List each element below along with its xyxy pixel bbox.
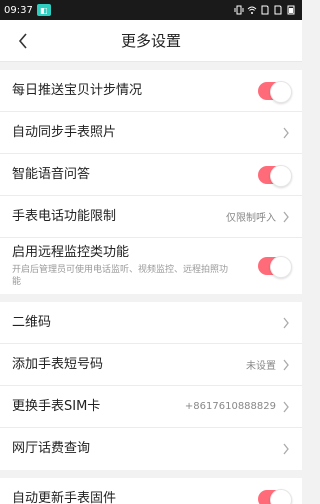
- toggle-switch[interactable]: [258, 80, 292, 103]
- settings-row-label: 自动更新手表固件: [12, 491, 117, 504]
- settings-row[interactable]: 更换手表SIM卡 +8617610888829: [0, 386, 302, 428]
- settings-row[interactable]: 智能语音问答: [0, 154, 302, 196]
- settings-row-value: 未设置: [246, 361, 276, 372]
- settings-row-label: 启用远程监控类功能: [12, 245, 130, 260]
- settings-row-label: 二维码: [12, 314, 52, 330]
- settings-row-label: 自动同步手表照片: [12, 124, 117, 140]
- settings-row[interactable]: 二维码: [0, 302, 302, 344]
- settings-row-label: 网厅话费查询: [12, 441, 91, 456]
- settings-row-label: 手表电话功能限制: [12, 208, 117, 224]
- sim-icon: [261, 5, 269, 15]
- chevron-right-icon: [283, 443, 289, 455]
- sim2-icon: [274, 5, 282, 15]
- settings-row[interactable]: 手表电话功能限制 仅限制呼入: [0, 196, 302, 238]
- wifi-icon: [247, 6, 257, 14]
- settings-row[interactable]: 每日推送宝贝计步情况: [0, 70, 302, 112]
- status-bar: 09:37 ◧: [0, 0, 302, 20]
- status-time: 09:37: [4, 4, 33, 16]
- nav-bar: 更多设置: [0, 20, 302, 62]
- settings-row[interactable]: 添加手表短号码 未设置: [0, 344, 302, 386]
- back-button[interactable]: [12, 30, 34, 52]
- settings-row-value: +8617610888829: [184, 401, 276, 412]
- toggle-switch[interactable]: [258, 489, 292, 504]
- back-arrow-icon: [18, 33, 27, 49]
- chevron-right-icon: [283, 359, 289, 370]
- app-notification-icon: ◧: [36, 4, 51, 16]
- toggle-switch[interactable]: [258, 256, 292, 278]
- chevron-right-icon: [283, 317, 289, 328]
- settings-group: 二维码添加手表短号码 未设置更换手表SIM卡 +8617610888829 网厅话费查…: [0, 302, 302, 470]
- settings-row[interactable]: 自动更新手表固件: [0, 478, 302, 504]
- vibrate-icon: [234, 5, 244, 15]
- settings-row[interactable]: 自动同步手表照片: [0, 112, 302, 154]
- settings-list: 每日推送宝贝计步情况 自动同步手表照片 智能语音问答手表电话功能限制 仅限制呼入启用远…: [0, 70, 302, 504]
- settings-row-label: 更换手表SIM卡: [12, 398, 101, 414]
- chevron-right-icon: [283, 211, 289, 222]
- settings-row-label: 智能语音问答: [12, 166, 91, 182]
- settings-group: 每日推送宝贝计步情况 自动同步手表照片 智能语音问答手表电话功能限制 仅限制呼入启用远…: [0, 70, 302, 294]
- settings-row-description: 开启后管理员可使用电话监听、视频监控、远程拍照功能: [12, 265, 229, 287]
- settings-row-label: 每日推送宝贝计步情况: [12, 82, 143, 98]
- settings-row[interactable]: 网厅话费查询: [0, 428, 302, 470]
- settings-row[interactable]: 启用远程监控类功能开启后管理员可使用电话监听、视频监控、远程拍照功能: [0, 238, 302, 294]
- page-title: 更多设置: [120, 32, 181, 50]
- settings-row-label: 添加手表短号码: [12, 356, 104, 372]
- battery-icon: [287, 5, 295, 15]
- settings-row-value: 仅限制呼入: [226, 213, 276, 224]
- toggle-switch[interactable]: [258, 164, 292, 187]
- chevron-right-icon: [283, 401, 289, 412]
- chevron-right-icon: [283, 127, 289, 138]
- settings-group: 自动更新手表固件: [0, 478, 302, 504]
